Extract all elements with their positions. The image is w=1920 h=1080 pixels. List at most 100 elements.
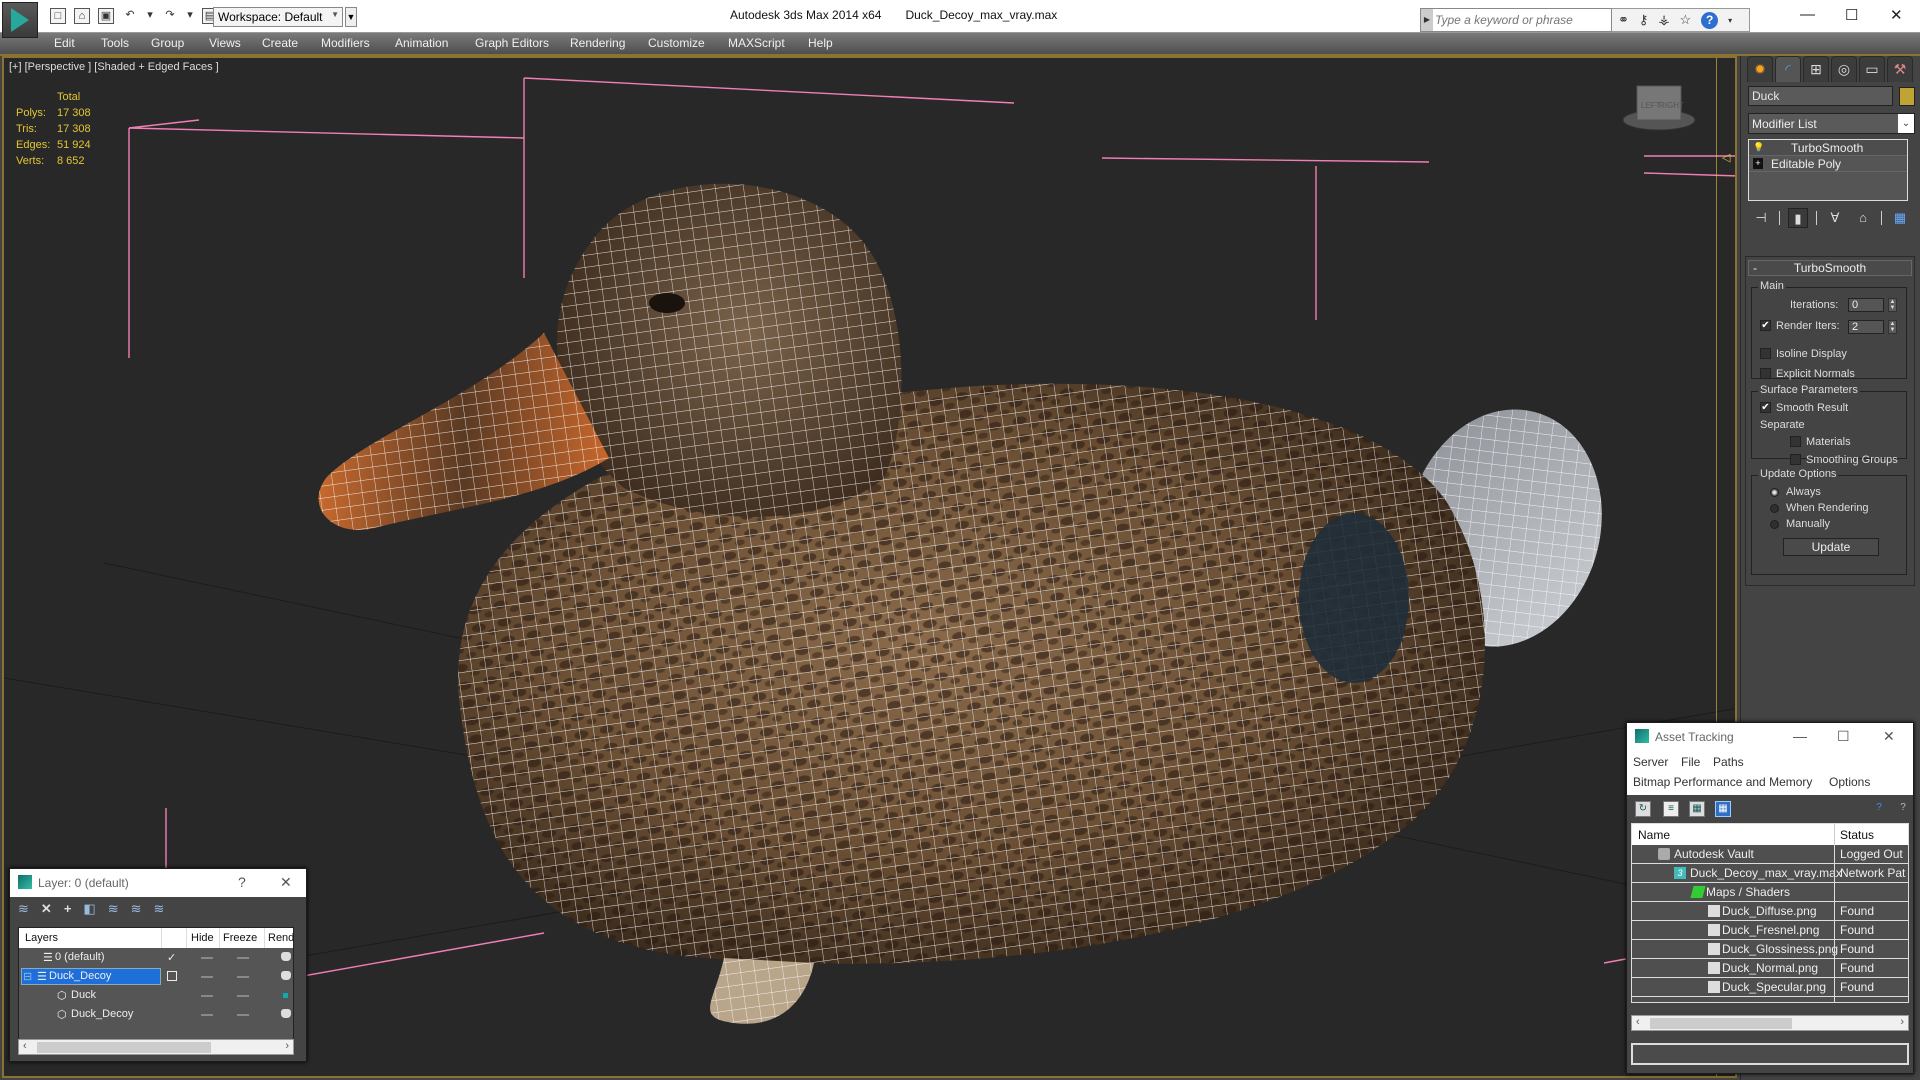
asset-path-field[interactable]	[1631, 1043, 1909, 1065]
layer-row[interactable]: ⬡ Duck	[19, 986, 293, 1005]
explicit-normals-checkbox[interactable]	[1760, 368, 1771, 379]
duck-model[interactable]	[318, 183, 1628, 1024]
remove-modifier-icon[interactable]: ⌂	[1853, 208, 1873, 228]
layer-manager-titlebar[interactable]: Layer: 0 (default) ? ✕	[10, 869, 306, 897]
viewport-label[interactable]: [+] [Perspective ] [Shaded + Edged Faces…	[9, 61, 219, 73]
menu-bitmap-performance[interactable]: Bitmap Performance and Memory	[1633, 775, 1812, 789]
undo-dropdown-icon[interactable]: ▾	[146, 8, 154, 24]
help-icon[interactable]: ?	[1895, 801, 1911, 817]
render-teapot-icon[interactable]	[281, 971, 291, 980]
object-name-field[interactable]: Duck	[1748, 86, 1893, 106]
render-dot-icon[interactable]	[283, 993, 288, 998]
stack-item-editable-poly[interactable]: + Editable Poly	[1749, 156, 1907, 172]
hide-toggle[interactable]	[201, 1014, 213, 1016]
menu-tools[interactable]: Tools	[101, 36, 129, 50]
help-button[interactable]: ?	[238, 874, 246, 890]
scroll-right-icon[interactable]: ›	[285, 1040, 289, 1052]
add-to-layer-icon[interactable]: +	[64, 901, 72, 917]
menu-create[interactable]: Create	[262, 36, 298, 50]
isoline-display-checkbox[interactable]	[1760, 348, 1771, 359]
modifier-list-dropdown[interactable]: Modifier List ⌄	[1748, 113, 1915, 134]
menu-graph-editors[interactable]: Graph Editors	[475, 36, 549, 50]
menu-views[interactable]: Views	[209, 36, 241, 50]
column-freeze[interactable]: Freeze	[223, 932, 257, 944]
scroll-right-icon[interactable]: ›	[1900, 1016, 1904, 1028]
workspace-select[interactable]: Workspace: Default ▼	[213, 7, 343, 27]
menu-help[interactable]: Help	[808, 36, 833, 50]
new-file-icon[interactable]: □	[50, 8, 66, 24]
render-teapot-icon[interactable]	[281, 952, 291, 961]
motion-tab-icon[interactable]: ◎	[1831, 56, 1857, 82]
freeze-toggle[interactable]	[237, 995, 249, 997]
hide-toggle[interactable]	[201, 976, 213, 978]
menu-file[interactable]: File	[1681, 755, 1700, 769]
redo-icon[interactable]: ↷	[162, 8, 178, 24]
column-layers[interactable]: Layers	[25, 932, 58, 944]
set-current-box[interactable]	[167, 971, 177, 981]
bulb-icon[interactable]: 💡	[1753, 142, 1764, 153]
rollout-header[interactable]: - TurboSmooth	[1748, 260, 1912, 276]
object-color-swatch[interactable]	[1899, 87, 1915, 106]
pin-stack-icon[interactable]: ⊣	[1751, 208, 1771, 228]
asset-row[interactable]: Autodesk Vault Logged Out	[1632, 845, 1908, 864]
asset-row[interactable]: Duck_Specular.png Found	[1632, 978, 1908, 997]
create-layer-icon[interactable]: ≋	[18, 901, 29, 917]
menu-animation[interactable]: Animation	[395, 36, 448, 50]
update-always-radio[interactable]	[1770, 488, 1779, 497]
highlight-layer-icon[interactable]: ≋	[108, 901, 119, 917]
layer-row[interactable]: ⊟ ☰ Duck_Decoy	[19, 967, 293, 986]
maximize-button[interactable]: ☐	[1837, 728, 1850, 745]
asset-row[interactable]: Maps / Shaders	[1632, 883, 1908, 902]
key-icon[interactable]: ⚷	[1639, 12, 1649, 28]
list-view-icon[interactable]: ≡	[1663, 801, 1679, 817]
hide-toggle[interactable]	[201, 995, 213, 997]
scrollbar-thumb[interactable]	[37, 1042, 211, 1053]
smoothing-groups-checkbox[interactable]	[1790, 454, 1801, 465]
asset-horizontal-scrollbar[interactable]: ‹ ›	[1631, 1015, 1909, 1031]
satellite-icon[interactable]: ⚶	[1658, 12, 1669, 28]
update-button[interactable]: Update	[1783, 538, 1879, 556]
layer-row[interactable]: ⬡ Duck_Decoy	[19, 1005, 293, 1024]
asset-tracking-titlebar[interactable]: Asset Tracking — ☐ ✕	[1627, 723, 1913, 749]
help-icon[interactable]: ?	[1701, 11, 1719, 29]
close-button[interactable]: ✕	[1890, 6, 1903, 24]
layer-horizontal-scrollbar[interactable]: ‹ ›	[18, 1039, 294, 1055]
update-manually-radio[interactable]	[1770, 520, 1779, 529]
thumbnail-view-icon[interactable]: ▦	[1689, 801, 1705, 817]
freeze-toggle[interactable]	[237, 976, 249, 978]
freeze-toggle[interactable]	[237, 1014, 249, 1016]
asset-row[interactable]: 3 Duck_Decoy_max_vray.max Network Pat	[1632, 864, 1908, 883]
create-tab-icon[interactable]: ✹	[1747, 56, 1773, 82]
workspace-menu-button[interactable]: ▼	[345, 7, 357, 27]
binoculars-icon[interactable]: ⚭	[1618, 12, 1629, 28]
asset-row[interactable]: Duck_Diffuse.png Found	[1632, 902, 1908, 921]
display-tab-icon[interactable]: ▭	[1859, 56, 1885, 82]
menu-customize[interactable]: Customize	[648, 36, 705, 50]
scroll-left-icon[interactable]: ‹	[1636, 1016, 1640, 1028]
table-view-icon[interactable]: ▦	[1715, 801, 1731, 817]
show-end-result-icon[interactable]: ▮	[1788, 208, 1808, 228]
minimize-button[interactable]: —	[1793, 728, 1807, 744]
make-unique-icon[interactable]: ∀	[1825, 208, 1845, 228]
close-button[interactable]: ✕	[280, 874, 292, 891]
menu-server[interactable]: Server	[1633, 755, 1668, 769]
hierarchy-tab-icon[interactable]: ⊞	[1803, 56, 1829, 82]
column-hide[interactable]: Hide	[191, 932, 214, 944]
delete-layer-icon[interactable]: ✕	[41, 901, 52, 917]
column-render[interactable]: Rend	[268, 932, 294, 944]
freeze-all-layers-icon[interactable]: ≋	[154, 901, 165, 917]
menu-edit[interactable]: Edit	[54, 36, 75, 50]
viewcube[interactable]: LEFT RIGHT	[1619, 78, 1699, 138]
asset-row[interactable]: Duck_Glossiness.png Found	[1632, 940, 1908, 959]
open-file-icon[interactable]: ⌂	[74, 8, 90, 24]
undo-icon[interactable]: ↶	[122, 8, 138, 24]
freeze-toggle[interactable]	[237, 957, 249, 959]
iterations-input[interactable]: 0	[1848, 298, 1884, 312]
update-when-rendering-radio[interactable]	[1770, 504, 1779, 513]
search-input[interactable]	[1435, 11, 1607, 29]
render-teapot-icon[interactable]	[281, 1009, 291, 1018]
render-iters-checkbox[interactable]: ✔	[1760, 320, 1771, 331]
expand-plus-icon[interactable]: +	[1753, 158, 1763, 169]
render-iters-spinner-arrows[interactable]: ▲ ▼	[1888, 320, 1897, 334]
menu-rendering[interactable]: Rendering	[570, 36, 625, 50]
